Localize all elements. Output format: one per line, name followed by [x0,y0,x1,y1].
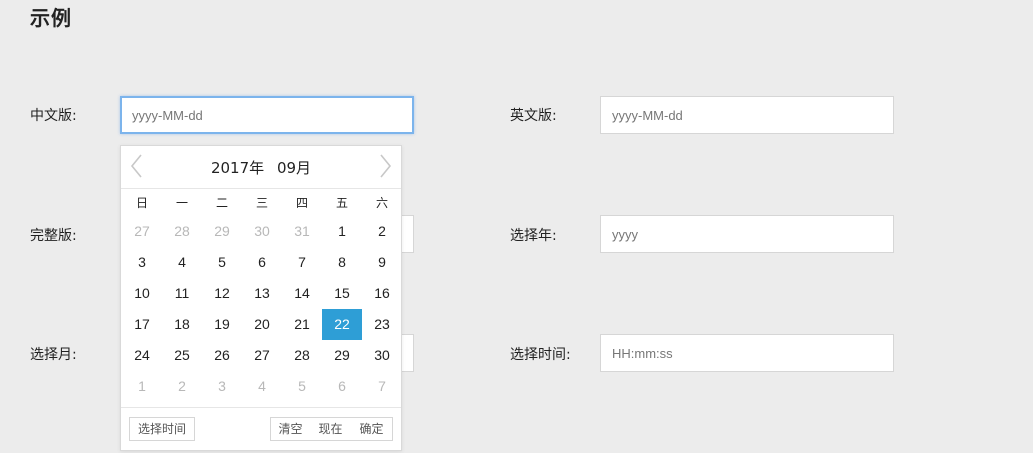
now-button[interactable]: 现在 [310,417,352,441]
label-full: 完整版: [30,228,77,244]
weekday-header: 日一二三四五六 [121,193,401,213]
day-cell[interactable]: 4 [242,371,282,402]
weekday-label: 二 [215,196,228,210]
day-cell[interactable]: 26 [202,340,242,371]
date-picker-header: 2017年 09月 [121,146,401,189]
day-cell[interactable]: 11 [162,278,202,309]
day-cell[interactable]: 19 [202,309,242,340]
day-cell[interactable]: 3 [122,247,162,278]
day-cell[interactable]: 25 [162,340,202,371]
day-cell[interactable]: 7 [282,247,322,278]
day-cell[interactable]: 21 [282,309,322,340]
day-cell[interactable]: 10 [122,278,162,309]
date-picker-popup: 2017年 09月 日一二三四五六 27 28 29 30 31 1 2 3 4 5 6 7 8 9 10 1… [120,145,402,451]
day-cell[interactable]: 5 [282,371,322,402]
select-time-button[interactable]: 选择时间 [129,417,195,441]
day-cell[interactable]: 27 [242,340,282,371]
day-cell[interactable]: 6 [322,371,362,402]
day-cell[interactable]: 18 [162,309,202,340]
weekday-label: 五 [335,196,348,210]
day-cell[interactable]: 16 [362,278,402,309]
day-cell[interactable]: 1 [122,371,162,402]
chevron-right-icon[interactable] [375,152,395,180]
day-cell[interactable]: 29 [202,216,242,247]
day-cell[interactable]: 31 [282,216,322,247]
day-cell[interactable]: 27 [122,216,162,247]
label-year: 选择年: [510,228,557,244]
weekday-label: 四 [295,196,308,210]
day-cell[interactable]: 13 [242,278,282,309]
day-cell[interactable]: 17 [122,309,162,340]
weekday-label: 一 [175,196,188,210]
day-cell[interactable]: 24 [122,340,162,371]
selected-day-cell[interactable]: 22 [322,309,362,340]
label-chinese: 中文版: [30,108,77,124]
day-cell[interactable]: 28 [282,340,322,371]
label-english: 英文版: [510,108,557,124]
day-cell[interactable]: 14 [282,278,322,309]
day-cell[interactable]: 1 [322,216,362,247]
day-cell[interactable]: 30 [362,340,402,371]
clear-button[interactable]: 清空 [270,417,311,441]
date-picker-title: 2017年 09月 [121,157,401,178]
day-cell[interactable]: 3 [202,371,242,402]
day-cell[interactable]: 2 [162,371,202,402]
english-date-input[interactable] [600,96,894,134]
year-input[interactable] [600,215,894,253]
day-cell[interactable]: 23 [362,309,402,340]
day-cell[interactable]: 29 [322,340,362,371]
day-cell[interactable]: 28 [162,216,202,247]
day-cell[interactable]: 20 [242,309,282,340]
date-picker-footer: 选择时间 清空 现在 确定 [121,407,401,450]
day-cell[interactable]: 9 [362,247,402,278]
time-input[interactable] [600,334,894,372]
confirm-button[interactable]: 确定 [351,417,393,441]
day-cell[interactable]: 6 [242,247,282,278]
day-cell[interactable]: 2 [362,216,402,247]
month-selector[interactable]: 09月 [277,159,311,177]
weekday-label: 六 [375,196,388,210]
day-cell[interactable]: 15 [322,278,362,309]
year-selector[interactable]: 2017年 [211,159,264,177]
label-time: 选择时间: [510,347,571,363]
day-cell[interactable]: 8 [322,247,362,278]
day-cell[interactable]: 5 [202,247,242,278]
weekday-label: 三 [255,196,268,210]
day-cell[interactable]: 12 [202,278,242,309]
page-title: 示例 [30,6,72,30]
chinese-date-input[interactable] [120,96,414,134]
day-cell[interactable]: 4 [162,247,202,278]
day-cell[interactable]: 30 [242,216,282,247]
day-cell[interactable]: 7 [362,371,402,402]
weekday-label: 日 [135,196,148,210]
label-month: 选择月: [30,347,77,363]
